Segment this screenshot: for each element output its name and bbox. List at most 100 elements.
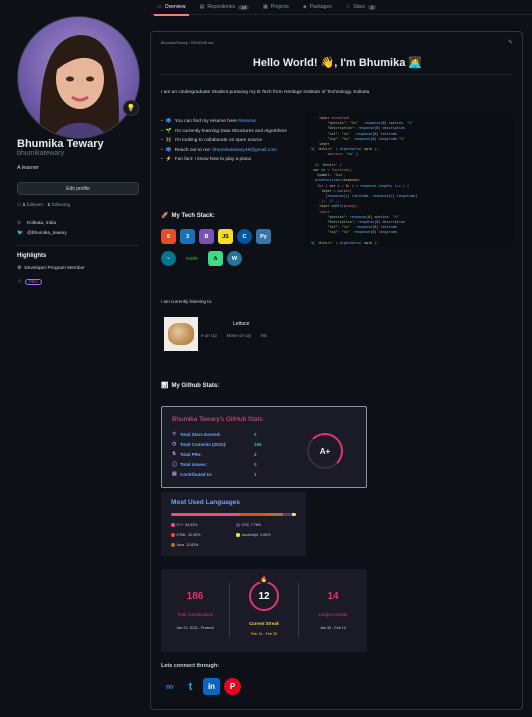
bullet-dot: • — [161, 138, 163, 143]
language-name: C++ — [176, 523, 184, 527]
tab-packages[interactable]: ◈ Packages — [296, 0, 339, 15]
bullet-text: I'm currently learning Data Structures a… — [174, 128, 287, 134]
list-item: • 📫 Reach out to me: bhumikatewary49@gma… — [161, 147, 296, 154]
tab-projects[interactable]: ▦ Projects — [256, 0, 296, 15]
stat-value: 165 — [254, 441, 262, 447]
language-percent: 22.59% — [188, 533, 201, 537]
star-icon: ☆ — [17, 279, 23, 285]
language-percent: 3.06% — [260, 533, 271, 537]
tech-icons-row-2: ~ node A W — [161, 251, 242, 266]
bullet-emoji: 📫 — [165, 147, 172, 153]
gear-icon: ⚙ — [17, 266, 22, 271]
profile-name: Bhumika Tewary — [17, 138, 104, 150]
stat-row: ◷ Total Commits (2022): 165 — [172, 441, 262, 447]
fire-icon: 🔥 — [260, 575, 268, 583]
current-streak-label: Current Streak — [249, 621, 279, 626]
song-sub-text: Mc — [261, 333, 268, 338]
bullet-dot: • — [161, 157, 163, 162]
linkedin-icon[interactable]: in — [203, 678, 220, 695]
language-bar-segment — [171, 513, 239, 516]
pull-request-icon: ⇅ — [172, 451, 177, 457]
tab-label: Stars — [353, 4, 365, 10]
repo-icon: ▤ — [172, 471, 177, 477]
tab-overview[interactable]: ▭ Overview — [150, 0, 193, 16]
bullet-emoji: 👯 — [165, 138, 172, 143]
tab-repositories[interactable]: ▤ Repositories 19 — [193, 0, 257, 15]
twitter-icon[interactable]: t — [182, 678, 199, 695]
listening-label: I am currently listening to: — [161, 299, 213, 304]
top-languages-card: Most Used Languages C++ 54.53% CSS 7.78%… — [161, 492, 306, 556]
profile-tabs: ▭ Overview ▤ Repositories 19 ▦ Projects … — [150, 0, 532, 16]
star-icon: ☆ — [345, 4, 351, 10]
following-label[interactable]: following — [51, 203, 70, 208]
avatar[interactable] — [17, 16, 140, 139]
current-streak-range: Feb 14 - Feb 25 — [250, 632, 278, 636]
nodejs-icon: node — [186, 255, 198, 262]
repo-count-badge: 19 — [238, 4, 250, 10]
language-dot — [171, 523, 175, 527]
twitter-handle[interactable]: @bhumika_tewary — [27, 231, 67, 236]
stat-value: 0 — [254, 431, 257, 437]
language-name: Java — [176, 543, 185, 547]
tab-label: Projects — [270, 4, 289, 10]
readme-card: BhumikaTewary / README.md ✎ Hello World!… — [150, 31, 523, 710]
total-contributions-col: 186 Total Contributions Jan 21, 2021 - P… — [161, 569, 229, 652]
email-link[interactable]: bhumikatewary49@gmail.com — [213, 148, 277, 153]
meta-icon[interactable]: ∞ — [161, 678, 178, 695]
tab-stars[interactable]: ☆ Stars 2 — [339, 0, 384, 15]
longest-streak-label: Longest Streak — [318, 612, 348, 617]
language-name: CSS — [241, 523, 249, 527]
song-subtitle: e on Up Move on Up Mc — [201, 333, 267, 338]
album-art — [168, 323, 194, 345]
grade-ring: A+ — [307, 433, 343, 469]
list-item: • ⚡ Fun fact: I know how to play a piano — [161, 156, 296, 163]
stat-row: ⇅ Total PRs: 4 — [172, 451, 257, 457]
javascript-icon: JS — [218, 229, 233, 244]
language-bar-segment — [292, 513, 296, 516]
bullet-dot: • — [161, 147, 163, 153]
current-streak-ring: 12 — [249, 581, 279, 611]
readme-heading: Hello World! 👋, I'm Bhumika 👩‍💻 — [252, 57, 423, 69]
location-row: ⊙ Kolkata, India — [17, 220, 56, 226]
pinterest-icon[interactable]: P — [224, 678, 241, 695]
bullet-dot: • — [161, 119, 163, 124]
package-icon: ◈ — [302, 4, 307, 10]
stat-value: 4 — [254, 451, 257, 457]
resume-link[interactable]: Resume — [238, 119, 256, 124]
song-title: Lettuce — [233, 321, 250, 327]
languages-title: Most Used Languages — [171, 499, 240, 506]
highlights-heading: Highlights — [17, 253, 47, 259]
repo-icon: ▤ — [199, 4, 205, 10]
android-icon: A — [208, 251, 223, 266]
stat-label: Total Stars Earned: — [180, 431, 221, 437]
status-emoji-button[interactable]: 💡 — [123, 100, 139, 116]
pro-badge: PRO — [25, 278, 42, 285]
stat-row: ▤ Contributed to: 1 — [172, 471, 257, 477]
bullet-text: Fun fact: I know how to play a piano — [174, 157, 252, 162]
stat-value: 0 — [254, 462, 257, 467]
profile-bio: A learner — [17, 165, 40, 171]
followers-label[interactable]: follower — [27, 203, 44, 208]
longest-streak-range: Jan 30 - Feb 12 — [320, 626, 346, 630]
wordpress-icon: W — [227, 251, 242, 266]
location-pin-icon: ⊙ — [17, 220, 22, 226]
star-icon: ☆ — [172, 431, 177, 437]
song-sub-text: e on Up — [201, 333, 217, 338]
stat-value: 1 — [254, 471, 257, 477]
edit-profile-button[interactable]: Edit profile — [17, 182, 139, 195]
stat-label: Total Commits (2022): — [180, 441, 227, 447]
following-count[interactable]: 1 — [47, 203, 50, 208]
list-item: • 👯 I'm looking to collaborate on open s… — [161, 137, 296, 144]
album-cover[interactable] — [164, 317, 198, 351]
readme-path[interactable]: BhumikaTewary / README.md — [161, 41, 214, 45]
about-list: • 📫 You can find my resume here Resume •… — [161, 118, 296, 166]
language-dot — [171, 543, 175, 547]
readme-intro: I am an Undergraduate Student pursuing m… — [161, 90, 370, 95]
followers-count[interactable]: 1 — [23, 203, 26, 208]
pencil-icon[interactable]: ✎ — [508, 39, 513, 46]
github-stats-card: Bhumika Tewary's GitHub Stats ☆ Total St… — [161, 406, 367, 488]
language-item: HTML 22.59% — [171, 533, 201, 537]
stat-label: Contributed to: — [180, 471, 213, 477]
longest-streak-col: 14 Longest Streak Jan 30 - Feb 12 — [299, 569, 367, 652]
profile-username: bhumikatewary — [17, 150, 65, 157]
